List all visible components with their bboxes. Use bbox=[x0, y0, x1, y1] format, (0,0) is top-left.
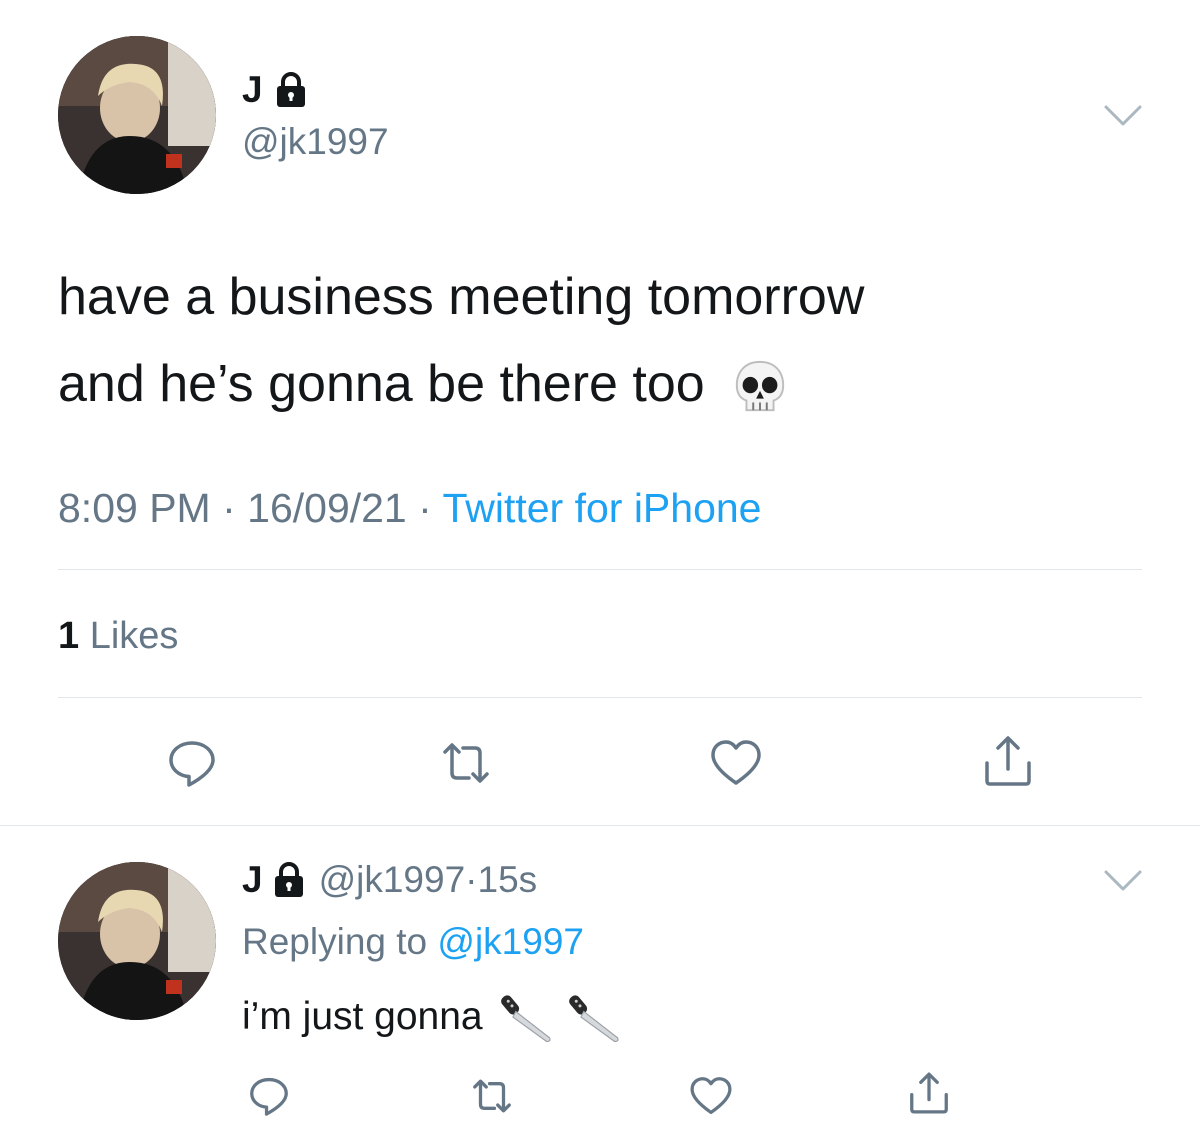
tweet-text: have a business meeting tomorrow and he’… bbox=[58, 254, 1158, 428]
meta-separator: · bbox=[210, 485, 248, 531]
skull-emoji bbox=[731, 358, 789, 416]
avatar[interactable] bbox=[58, 862, 216, 1020]
divider bbox=[58, 569, 1142, 570]
like-icon[interactable] bbox=[708, 735, 764, 791]
reply-icon[interactable] bbox=[164, 735, 220, 791]
meta-separator: · bbox=[465, 859, 478, 900]
tweet-date: 16/09/21 bbox=[247, 485, 407, 531]
tweet-meta: 8:09 PM · 16/09/21 · Twitter for iPhone bbox=[58, 484, 761, 532]
likes-stat[interactable]: 1 Likes bbox=[58, 613, 178, 659]
tweet-time: 8:09 PM bbox=[58, 485, 211, 531]
replying-to: Replying to @jk1997 bbox=[242, 918, 584, 966]
author-handle[interactable]: @jk1997 bbox=[319, 856, 466, 904]
divider bbox=[0, 825, 1200, 826]
reply-icon[interactable] bbox=[246, 1073, 292, 1119]
likes-label: Likes bbox=[89, 615, 179, 657]
reply-header: J @jk1997 · 15s bbox=[242, 856, 537, 904]
display-name[interactable]: J bbox=[242, 68, 263, 112]
reply-text: i’m just gonna bbox=[242, 985, 625, 1049]
tweet-text-fragment: and he’s gonna be there too bbox=[58, 355, 705, 413]
author-name-row: J bbox=[242, 68, 309, 112]
like-icon[interactable] bbox=[688, 1073, 734, 1119]
tweet-text-line: have a business meeting tomorrow bbox=[58, 268, 865, 326]
likes-count: 1 bbox=[58, 615, 80, 657]
mention-link[interactable]: @jk1997 bbox=[437, 921, 584, 962]
retweet-icon[interactable] bbox=[469, 1073, 515, 1119]
divider bbox=[58, 697, 1142, 698]
share-icon[interactable] bbox=[980, 733, 1036, 789]
share-icon[interactable] bbox=[906, 1070, 952, 1116]
chevron-down-icon[interactable] bbox=[1103, 103, 1143, 129]
meta-separator: · bbox=[406, 485, 443, 531]
reply-text-fragment: i’m just gonna bbox=[242, 995, 494, 1038]
author-handle[interactable]: @jk1997 bbox=[242, 120, 389, 164]
display-name[interactable]: J bbox=[242, 856, 263, 904]
tweet-source-link[interactable]: Twitter for iPhone bbox=[442, 485, 761, 531]
tweet-text-line: and he’s gonna be there too bbox=[58, 341, 1158, 428]
knife-emoji bbox=[497, 989, 557, 1049]
replying-label: Replying to bbox=[242, 921, 438, 962]
avatar[interactable] bbox=[58, 36, 216, 194]
lock-icon bbox=[273, 72, 309, 108]
retweet-icon[interactable] bbox=[438, 735, 494, 791]
lock-icon bbox=[271, 862, 307, 898]
chevron-down-icon[interactable] bbox=[1103, 868, 1143, 894]
tweet-age: 15s bbox=[477, 859, 538, 900]
knife-emoji bbox=[565, 989, 625, 1049]
